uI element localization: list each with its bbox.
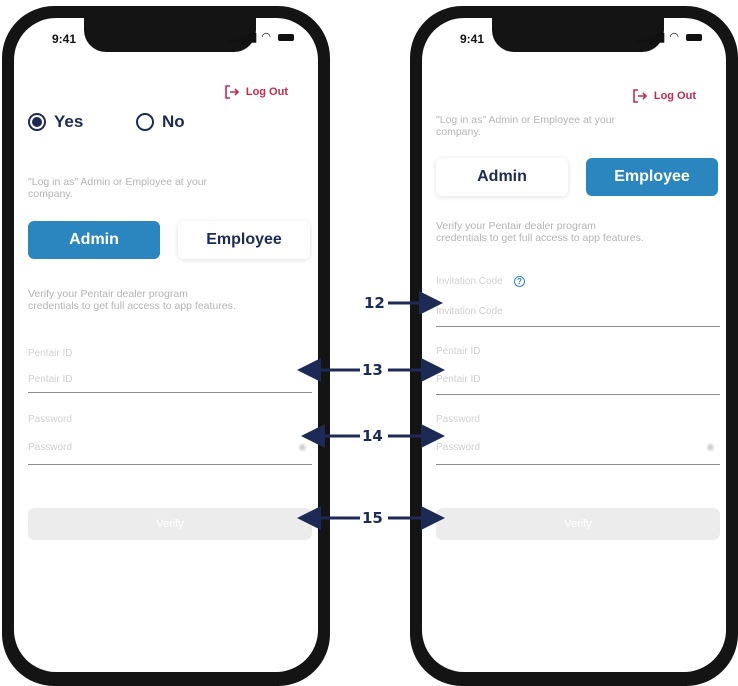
callout-13: 13 bbox=[362, 361, 383, 379]
callout-15: 15 bbox=[362, 509, 383, 527]
callout-arrows bbox=[297, 291, 445, 530]
callout-12: 12 bbox=[364, 294, 385, 312]
callout-14: 14 bbox=[362, 427, 383, 445]
